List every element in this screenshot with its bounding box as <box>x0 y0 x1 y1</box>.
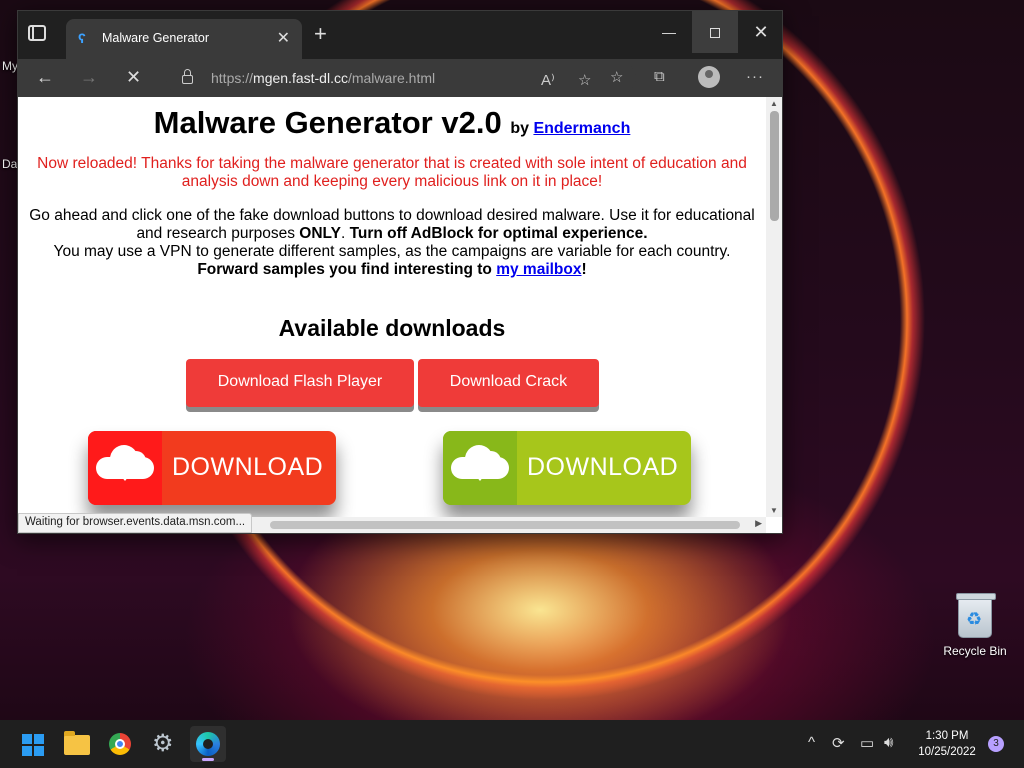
download-flash-player-button[interactable]: Download Flash Player <box>186 359 414 407</box>
title-bar: ʕ Malware Generator ✕ + — ✕ <box>18 11 782 59</box>
recycle-bin-label: Recycle Bin <box>943 644 1007 658</box>
chrome-icon <box>109 733 131 755</box>
reload-notice: Now reloaded! Thanks for taking the malw… <box>37 155 747 190</box>
by-label: by <box>510 120 529 137</box>
download-label: DOWNLOAD <box>172 453 324 481</box>
more-menu-icon[interactable]: ··· <box>746 68 764 85</box>
notification-badge[interactable]: 3 <box>988 736 1004 752</box>
show-hidden-icons-chevron-icon[interactable]: ^ <box>808 734 815 751</box>
browser-window: ʕ Malware Generator ✕ + — ✕ ← → ✕ https:… <box>17 10 783 534</box>
tab-malware-generator[interactable]: ʕ Malware Generator ✕ <box>66 19 302 59</box>
edge-icon <box>196 732 220 756</box>
read-aloud-icon[interactable]: A⁾ <box>541 71 555 89</box>
volume-icon[interactable]: 🔊︎ <box>884 734 893 751</box>
browser-toolbar: ← → ✕ https://mgen.fast-dl.cc/malware.ht… <box>18 59 782 97</box>
forward-button[interactable]: → <box>80 67 98 87</box>
network-icon[interactable]: ▭ <box>860 734 874 752</box>
mailbox-link[interactable]: my mailbox <box>496 261 581 278</box>
maximize-button[interactable] <box>692 11 738 53</box>
download-label: DOWNLOAD <box>527 453 679 481</box>
tab-close-icon[interactable]: ✕ <box>277 28 290 48</box>
recycle-bin-desktop-icon[interactable]: ♻ Recycle Bin <box>940 593 1010 658</box>
scroll-up-arrow-icon[interactable]: ▲ <box>770 99 778 108</box>
start-button[interactable] <box>14 726 50 762</box>
new-tab-button[interactable]: + <box>314 23 327 45</box>
desktop-icon-label-fragment-2[interactable]: Da <box>2 157 17 171</box>
lock-icon[interactable] <box>182 69 193 84</box>
scroll-right-arrow-icon[interactable]: ▶ <box>755 518 762 529</box>
vertical-scroll-thumb[interactable] <box>770 111 779 221</box>
page-title: Malware Generator v2.0 by Endermanch <box>153 105 631 140</box>
maximize-icon <box>710 28 720 39</box>
gear-icon: ⚙ <box>152 730 174 757</box>
taskbar: ⚙ ^ ⟳ ▭ 🔊︎ 1:30 PM 10/25/2022 3 <box>0 720 1024 768</box>
folder-icon <box>64 731 90 755</box>
desktop-icon-label-fragment[interactable]: My <box>2 59 18 73</box>
download-green-banner-button[interactable]: DOWNLOAD <box>443 431 691 505</box>
page-viewport: Malware Generator v2.0 by Endermanch Now… <box>18 97 782 533</box>
minimize-button[interactable]: — <box>646 11 692 53</box>
stop-loading-button[interactable]: ✕ <box>126 67 141 87</box>
profile-avatar[interactable] <box>698 66 720 88</box>
downloads-heading: Available downloads <box>278 315 506 341</box>
windows-logo-icon <box>22 734 44 756</box>
url-text[interactable]: https://mgen.fast-dl.cc/malware.html <box>211 70 435 86</box>
edge-button[interactable] <box>190 726 226 762</box>
add-favorite-icon[interactable]: ☆ <box>578 71 591 89</box>
site-favicon-icon: ʕ <box>78 30 86 46</box>
recycle-bin-icon: ♻ <box>956 593 996 638</box>
tab-actions-icon[interactable] <box>28 25 46 41</box>
download-red-banner-button[interactable]: DOWNLOAD <box>88 431 336 505</box>
page-content: Malware Generator v2.0 by Endermanch Now… <box>18 97 766 517</box>
vertical-scrollbar[interactable]: ▲ ▼ <box>766 97 782 517</box>
horizontal-scroll-thumb[interactable] <box>270 521 740 529</box>
date-text: 10/25/2022 <box>918 746 976 758</box>
settings-button[interactable]: ⚙ <box>146 726 182 762</box>
author-link[interactable]: Endermanch <box>533 120 630 137</box>
address-bar[interactable]: https://mgen.fast-dl.cc/malware.html A⁾ … <box>166 62 636 94</box>
close-window-button[interactable]: ✕ <box>738 11 784 53</box>
instructions: Go ahead and click one of the fake downl… <box>29 207 755 278</box>
file-explorer-button[interactable] <box>58 726 94 762</box>
tab-title: Malware Generator <box>102 31 209 45</box>
collections-icon[interactable]: ⧉ <box>654 68 665 85</box>
active-app-indicator <box>202 758 214 761</box>
status-bar: Waiting for browser.events.data.msn.com.… <box>18 513 253 533</box>
sync-icon[interactable]: ⟳ <box>832 734 845 752</box>
chrome-button[interactable] <box>102 726 138 762</box>
back-button[interactable]: ← <box>36 67 54 87</box>
time-text: 1:30 PM <box>925 730 969 742</box>
favorites-icon[interactable]: ☆ <box>610 68 623 86</box>
download-crack-button[interactable]: Download Crack <box>418 359 599 407</box>
scroll-down-arrow-icon[interactable]: ▼ <box>770 506 778 515</box>
clock[interactable]: 1:30 PM 10/25/2022 <box>912 728 982 760</box>
